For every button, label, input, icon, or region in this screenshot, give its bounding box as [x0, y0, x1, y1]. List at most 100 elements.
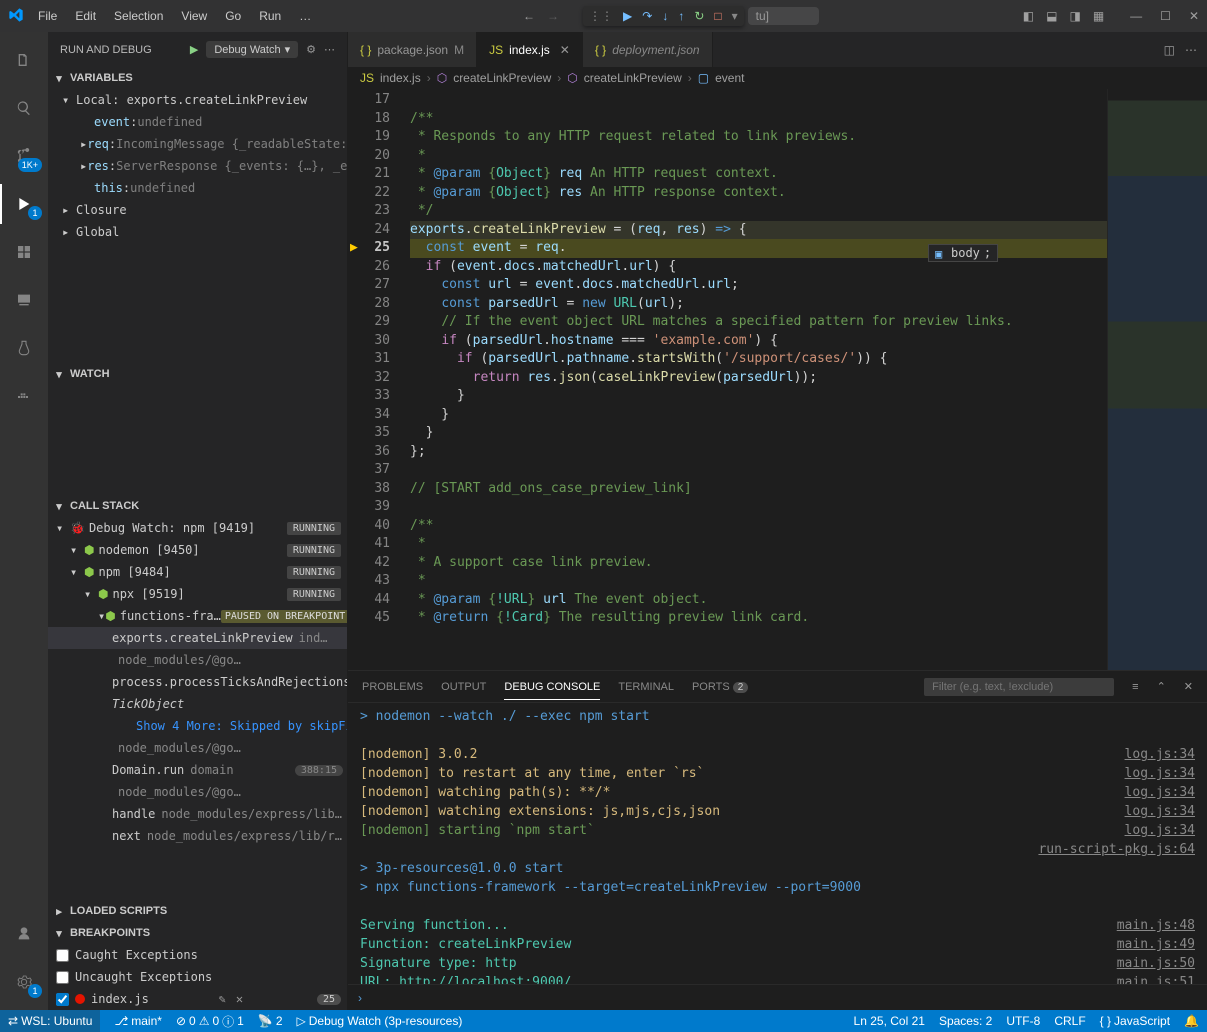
tab-output[interactable]: OUTPUT — [441, 681, 486, 693]
variable-row[interactable]: event: undefined — [48, 111, 347, 133]
bp-remove-icon[interactable]: ✕ — [236, 992, 243, 1006]
minimize-icon[interactable]: — — [1130, 9, 1142, 23]
bp-uncaught[interactable]: Uncaught Exceptions — [48, 966, 347, 988]
explorer-icon[interactable] — [0, 40, 48, 80]
bp-uncaught-check[interactable] — [56, 971, 69, 984]
layout-bottom-icon[interactable]: ⬓ — [1046, 9, 1057, 23]
command-center[interactable]: tu] — [748, 7, 819, 25]
scope-row[interactable]: ▸Closure — [48, 199, 347, 221]
console-source-link[interactable]: main.js:51 — [1117, 973, 1195, 984]
extensions-icon[interactable] — [0, 232, 48, 272]
scope-row[interactable]: ▸Global — [48, 221, 347, 243]
remote-indicator[interactable]: ⇄WSL: Ubuntu — [0, 1010, 100, 1032]
eol[interactable]: CRLF — [1054, 1014, 1085, 1028]
callstack-row[interactable]: nextnode_modules/express/lib/ro… — [48, 825, 347, 847]
callstack-row[interactable]: ▾⬢npm [9484]RUNNING — [48, 561, 347, 583]
editor-tab[interactable]: { }deployment.json — [583, 32, 713, 67]
callstack-row[interactable]: handlenode_modules/express/lib/… — [48, 803, 347, 825]
settings-gear-icon[interactable]: 1 — [0, 962, 48, 1002]
breadcrumb[interactable]: JSindex.js ›⬡createLinkPreview ›⬡createL… — [348, 67, 1207, 89]
notifications-icon[interactable]: 🔔 — [1184, 1014, 1199, 1028]
continue-icon[interactable]: ▶ — [623, 9, 632, 23]
debug-settings-icon[interactable]: ⚙ — [306, 43, 316, 56]
problems-indicator[interactable]: ⊘0 ⚠0 ⓘ1 — [176, 1013, 244, 1030]
panel-maximize-icon[interactable]: ⌃ — [1157, 680, 1166, 693]
accounts-icon[interactable] — [0, 914, 48, 954]
layout-customize-icon[interactable]: ▦ — [1093, 9, 1104, 23]
bp-file-check[interactable] — [56, 993, 69, 1006]
bp-edit-icon[interactable]: ✎ — [219, 992, 226, 1006]
callstack-row[interactable]: ▾⬢functions-fra…PAUSED ON BREAKPOINT — [48, 605, 347, 627]
section-variables-header[interactable]: ▾VARIABLES — [48, 67, 347, 89]
tab-more-icon[interactable]: ⋯ — [1185, 43, 1197, 57]
maximize-icon[interactable]: ☐ — [1160, 9, 1171, 23]
callstack-row[interactable]: ▾🐞Debug Watch: npm [9419]RUNNING — [48, 517, 347, 539]
tab-terminal[interactable]: TERMINAL — [618, 681, 674, 693]
drag-handle-icon[interactable]: ⋮⋮ — [589, 9, 613, 23]
callstack-row[interactable]: Show 4 More: Skipped by skipFiles — [48, 715, 347, 737]
callstack-row[interactable]: node_modules/@go… — [48, 737, 347, 759]
menu-file[interactable]: File — [30, 5, 65, 27]
variable-row[interactable]: ▸res: ServerResponse {_events: {…}, _e… — [48, 155, 347, 177]
debug-console-output[interactable]: > nodemon --watch ./ --exec npm start [n… — [348, 703, 1207, 984]
console-source-link[interactable]: main.js:49 — [1117, 935, 1195, 954]
branch-indicator[interactable]: ⎇main* — [114, 1014, 162, 1028]
restart-icon[interactable]: ↻ — [694, 9, 704, 23]
variable-row[interactable]: this: undefined — [48, 177, 347, 199]
console-source-link[interactable]: log.js:34 — [1125, 745, 1195, 764]
menu-run[interactable]: Run — [251, 5, 289, 27]
nav-back-icon[interactable]: ← — [523, 9, 535, 23]
step-out-icon[interactable]: ↑ — [678, 9, 684, 23]
section-breakpoints-header[interactable]: ▾BREAKPOINTS — [48, 922, 347, 944]
callstack-row[interactable]: node_modules/@go… — [48, 649, 347, 671]
indentation[interactable]: Spaces: 2 — [939, 1014, 992, 1028]
section-watch-header[interactable]: ▾WATCH — [48, 363, 347, 385]
callstack-row[interactable]: ▾⬢nodemon [9450]RUNNING — [48, 539, 347, 561]
language-mode[interactable]: { } JavaScript — [1100, 1014, 1170, 1028]
console-filter-input[interactable] — [924, 678, 1114, 696]
console-source-link[interactable]: log.js:34 — [1125, 764, 1195, 783]
scope-local[interactable]: ▾Local: exports.createLinkPreview — [48, 89, 347, 111]
ports-indicator[interactable]: 📡2 — [258, 1014, 283, 1028]
debug-more-icon[interactable]: ⋯ — [324, 43, 335, 56]
testing-icon[interactable] — [0, 328, 48, 368]
line-gutter[interactable]: 1718192021222324252627282930313233343536… — [348, 89, 408, 670]
start-debug-icon[interactable]: ▶ — [190, 43, 198, 56]
nav-forward-icon[interactable]: → — [547, 9, 559, 23]
close-tab-icon[interactable]: ✕ — [560, 43, 570, 57]
console-source-link[interactable]: log.js:34 — [1125, 821, 1195, 840]
menu-more[interactable]: … — [291, 5, 319, 27]
tab-ports[interactable]: PORTS 2 — [692, 681, 748, 693]
code-content[interactable]: /** * Responds to any HTTP request relat… — [408, 89, 1107, 670]
debug-toolbar[interactable]: ⋮⋮ ▶ ↷ ↓ ↑ ↻ □ ▾ — [583, 6, 744, 26]
console-source-link[interactable]: log.js:34 — [1125, 783, 1195, 802]
bp-file[interactable]: index.js ✎ ✕ 25 — [48, 988, 347, 1010]
callstack-row[interactable]: Domain.rundomain388:15 — [48, 759, 347, 781]
console-source-link[interactable]: log.js:34 — [1125, 802, 1195, 821]
console-source-link[interactable]: run-script-pkg.js:64 — [1038, 840, 1195, 859]
console-source-link[interactable]: main.js:50 — [1117, 954, 1195, 973]
tab-debug-console[interactable]: DEBUG CONSOLE — [504, 681, 600, 700]
panel-close-icon[interactable]: ✕ — [1184, 680, 1193, 693]
close-window-icon[interactable]: ✕ — [1189, 9, 1199, 23]
callstack-row[interactable]: process.processTicksAndRejections — [48, 671, 347, 693]
menu-view[interactable]: View — [173, 5, 215, 27]
callstack-row[interactable]: node_modules/@go… — [48, 781, 347, 803]
section-loaded-header[interactable]: ▸LOADED SCRIPTS — [48, 900, 347, 922]
minimap[interactable] — [1107, 89, 1207, 670]
editor-tab[interactable]: JSindex.js✕ — [477, 32, 583, 67]
menu-edit[interactable]: Edit — [67, 5, 104, 27]
callstack-row[interactable]: TickObject — [48, 693, 347, 715]
editor-tab[interactable]: { }package.json M — [348, 32, 477, 67]
layout-left-icon[interactable]: ◧ — [1023, 9, 1034, 23]
console-clear-icon[interactable]: ≡ — [1132, 681, 1138, 693]
callstack-row[interactable]: ▾⬢npx [9519]RUNNING — [48, 583, 347, 605]
encoding[interactable]: UTF-8 — [1006, 1014, 1040, 1028]
search-icon[interactable] — [0, 88, 48, 128]
debug-config-dropdown[interactable]: Debug Watch ▾ — [206, 41, 298, 58]
tab-problems[interactable]: PROBLEMS — [362, 681, 423, 693]
console-source-link[interactable]: main.js:48 — [1117, 916, 1195, 935]
run-debug-icon[interactable]: 1 — [0, 184, 48, 224]
step-over-icon[interactable]: ↷ — [642, 9, 652, 23]
remote-explorer-icon[interactable] — [0, 280, 48, 320]
